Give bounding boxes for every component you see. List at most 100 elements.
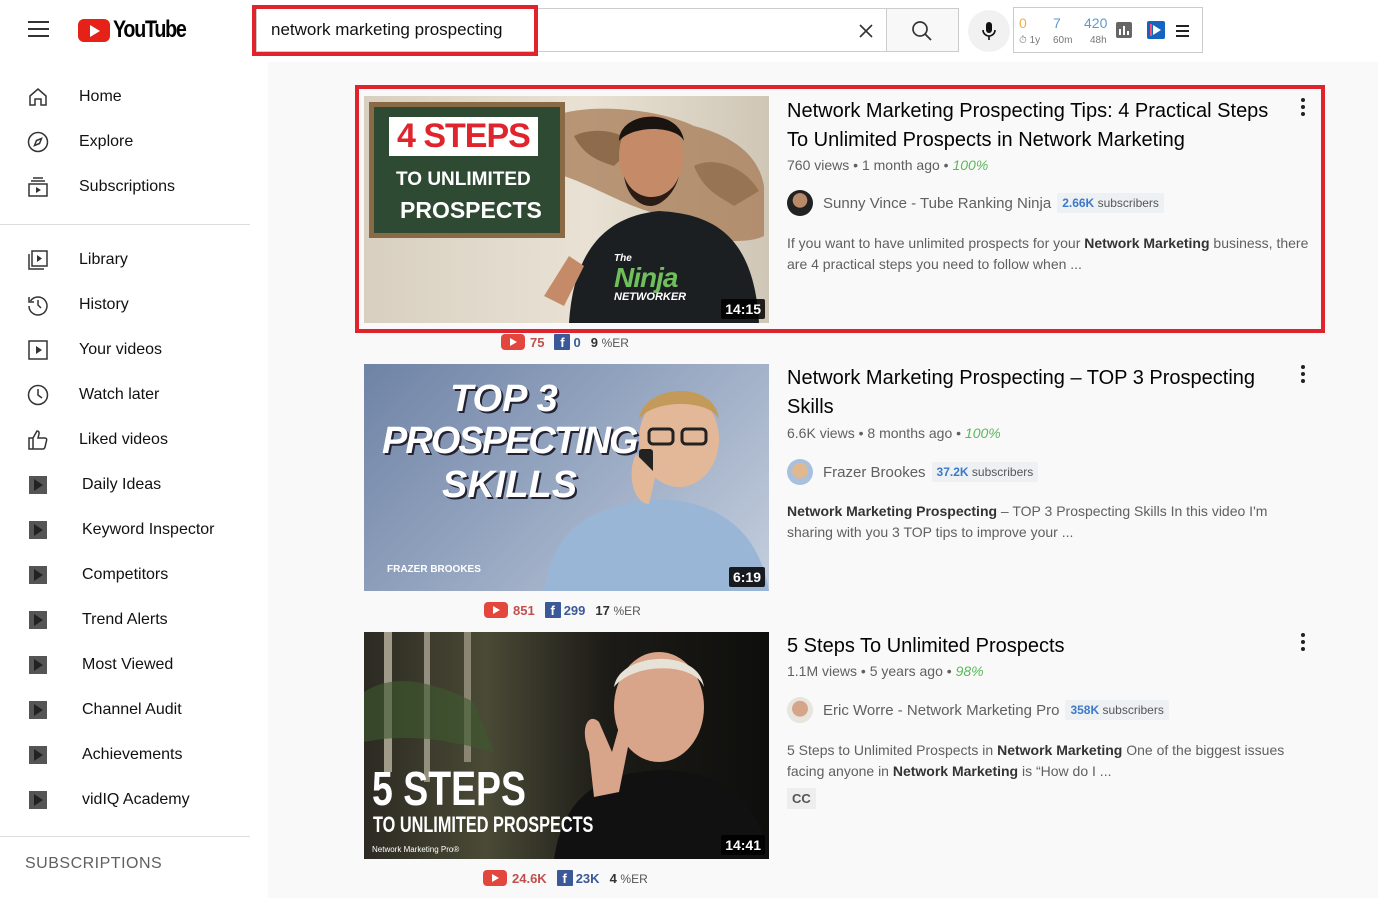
voice-search-button[interactable] [968,10,1010,52]
sidebar-item-keyword-inspector[interactable]: Keyword Inspector [0,508,250,552]
video-thumbnail[interactable]: TOP 3 PROSPECTING SKILLS FRAZER BROOKES … [364,364,769,591]
masthead: YouTube 0 ⏱ 1y 7 60m 420 48h [0,0,1378,62]
clock-icon [27,384,49,406]
view-count: 1.1M views [787,663,858,679]
view-count: 6.6K views [787,425,855,441]
view-count: 760 views [787,157,850,173]
vidiq-play-icon [29,656,47,674]
video-thumbnail[interactable]: 4 STEPS TO UNLIMITED PROSPECTS The Ninja… [364,96,769,323]
subscriber-badge: 37.2K subscribers [931,462,1039,482]
thumbnail-title-line-2: PROSPECTING [382,420,639,462]
sidebar-item-label: Keyword Inspector [82,521,215,538]
video-duration: 14:41 [721,835,765,855]
sidebar-divider [0,836,250,837]
channel-name[interactable]: Eric Worre - Network Marketing Pro [823,702,1059,719]
video-thumbnail[interactable]: 5 STEPS TO UNLIMITED PROSPECTS Network M… [364,632,769,859]
search-icon [912,21,932,41]
video-title[interactable]: Network Marketing Prospecting Tips: 4 Pr… [787,97,1287,155]
sidebar-item-achievements[interactable]: Achievements [0,733,250,777]
video-metadata: 1.1M views • 5 years ago • 98% [787,663,984,679]
thumbnail-title-line-1: 4 STEPS [389,117,538,156]
sidebar-item-most-viewed[interactable]: Most Viewed [0,643,250,687]
video-duration: 6:19 [728,567,765,587]
channel-row: Eric Worre - Network Marketing Pro 358K … [787,696,1169,724]
sidebar-item-trend-alerts[interactable]: Trend Alerts [0,598,250,642]
sidebar-item-library[interactable]: Library [0,238,250,282]
vidiq-play-icon [29,476,47,494]
search-button[interactable] [887,8,959,52]
engagement-rate: 4 %ER [609,870,648,886]
sidebar-item-explore[interactable]: Explore [0,120,250,164]
channel-avatar[interactable] [787,697,813,723]
sidebar-item-your-videos[interactable]: Your videos [0,328,250,372]
channel-name[interactable]: Sunny Vince - Tube Ranking Ninja [823,195,1051,212]
channel-avatar[interactable] [787,459,813,485]
sidebar-item-label: Channel Audit [82,701,182,718]
vidiq-chart-icon[interactable] [1116,22,1132,38]
video-result: TOP 3 PROSPECTING SKILLS FRAZER BROOKES … [364,364,1324,624]
engagement-rate: 9 %ER [590,334,629,350]
search-input[interactable] [257,9,849,51]
more-options-icon[interactable] [1298,632,1308,654]
upload-age: 1 month ago [861,157,940,173]
subscriptions-icon [28,177,48,197]
vidiq-play-icon [29,701,47,719]
vidiq-menu-icon[interactable] [1175,24,1191,38]
video-duration: 14:15 [721,299,765,319]
channel-name[interactable]: Frazer Brookes [823,464,926,481]
more-options-icon[interactable] [1298,97,1308,119]
subscriber-badge: 2.66K subscribers [1057,193,1164,213]
thumbnail-credit: FRAZER BROOKES [387,564,481,575]
sidebar-item-history[interactable]: History [0,283,250,327]
sidebar-divider [0,224,250,225]
clear-search-icon[interactable] [854,19,878,43]
sidebar-item-liked-videos[interactable]: Liked videos [0,418,250,462]
sidebar-item-label: Most Viewed [82,656,174,673]
youtube-logo-text: YouTube [113,16,187,43]
sidebar-item-label: Explore [79,133,134,150]
vidiq-score: 100% [952,157,989,173]
vidiq-stat-1y: 0 [1019,15,1027,31]
subscriber-badge: 358K subscribers [1065,700,1169,720]
vidiq-toolbar[interactable]: 0 ⏱ 1y 7 60m 420 48h [1013,7,1203,53]
sidebar-item-channel-audit[interactable]: Channel Audit [0,688,250,732]
closed-captions-badge: CC [787,788,816,809]
thumbnail-title-line-1: TOP 3 [450,378,558,420]
channel-row: Sunny Vince - Tube Ranking Ninja 2.66K s… [787,189,1164,217]
vidiq-play-icon [29,611,47,629]
channel-avatar[interactable] [787,190,813,216]
youtube-logo[interactable]: YouTube [78,16,202,43]
video-result: 5 STEPS TO UNLIMITED PROSPECTS Network M… [364,632,1324,894]
sidebar-item-subscriptions[interactable]: Subscriptions [0,165,250,209]
menu-icon[interactable] [28,20,50,38]
sidebar-item-label: History [79,296,129,313]
sidebar-item-vidiq-academy[interactable]: vidIQ Academy [0,778,250,822]
video-description: 5 Steps to Unlimited Prospects in Networ… [787,742,1285,779]
shirt-logo: The Ninja NETWORKER [614,253,687,303]
sidebar-item-label: Your videos [79,341,163,358]
facebook-icon: f [554,334,571,350]
sidebar-item-daily-ideas[interactable]: Daily Ideas [0,463,250,507]
vidiq-logo-icon[interactable] [1147,21,1165,39]
thumbnail-title-line-2: TO UNLIMITED PROSPECTS [373,812,594,837]
video-result: 4 STEPS TO UNLIMITED PROSPECTS The Ninja… [364,96,1324,356]
more-options-icon[interactable] [1298,364,1308,386]
sidebar-item-competitors[interactable]: Competitors [0,553,250,597]
video-title[interactable]: Network Marketing Prospecting – TOP 3 Pr… [787,364,1287,422]
video-description: If you want to have unlimited prospects … [787,235,1309,272]
vidiq-score: 98% [955,663,984,679]
vidiq-stat-60m-label: 60m [1053,35,1073,46]
vidiq-score: 100% [964,425,1001,441]
vidiq-play-icon [29,746,47,764]
home-icon [29,88,47,106]
youtube-mini-icon [501,334,525,350]
sidebar-item-label: Subscriptions [79,178,176,195]
video-title[interactable]: 5 Steps To Unlimited Prospects [787,632,1287,661]
sidebar-item-home[interactable]: Home [0,75,250,119]
vidiq-play-icon [29,566,47,584]
upload-age: 5 years ago [869,663,943,679]
engagement-rate: 17 %ER [595,602,641,618]
chalkboard-graphic: 4 STEPS TO UNLIMITED PROSPECTS [369,102,565,238]
sidebar-item-watch-later[interactable]: Watch later [0,373,250,417]
thumbnail-title-line-1: 5 STEPS [372,763,526,816]
